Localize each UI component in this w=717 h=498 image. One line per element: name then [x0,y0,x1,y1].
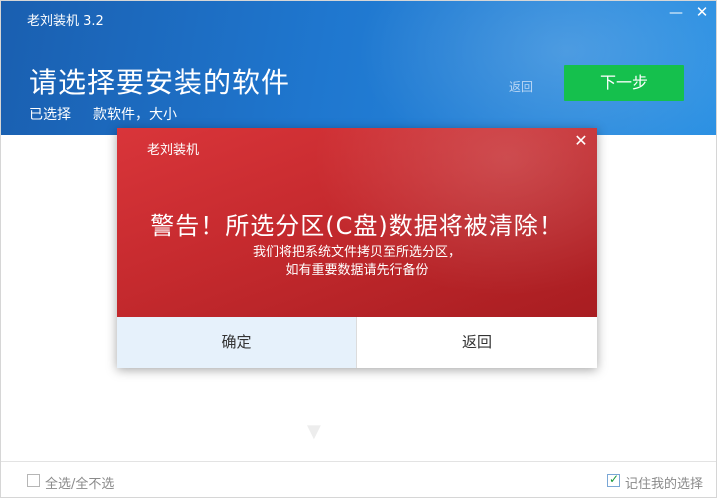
selection-summary: 已选择 款软件，大小 [29,104,177,124]
remember-choice-checkbox[interactable]: ✓ [607,472,620,487]
close-icon[interactable]: ✕ [694,4,710,20]
app-title: 老刘装机 3.2 [27,14,104,29]
warning-message: 警告！所选分区(C盘)数据将被清除！ [150,212,564,240]
next-step-button[interactable]: 下一步 [564,65,684,101]
remember-choice-label[interactable]: 记住我的选择 [625,473,703,492]
dialog-close-icon[interactable]: ✕ [573,133,589,149]
installer-window: 老刘装机 3.2 — ✕ 请选择要安装的软件 已选择 款软件，大小 返回 下一步 … [0,0,717,498]
description-line-2: 如有重要数据请先行备份 [285,263,429,278]
selected-prefix: 已选择 [29,107,71,123]
header-banner: 老刘装机 3.2 — ✕ 请选择要安装的软件 已选择 款软件，大小 返回 下一步 [1,1,716,135]
warning-dialog: 老刘装机 ✕ 警告！所选分区(C盘)数据将被清除！ 我们将把系统文件拷贝至所选分… [117,128,597,368]
check-icon: ✓ [609,472,620,486]
warning-description: 我们将把系统文件拷贝至所选分区， 如有重要数据请先行备份 [117,244,597,280]
footer-bar: 全选/全不选 ✓ 记住我的选择 [1,461,716,497]
faint-background-icon: ▼ [307,421,321,442]
confirm-button[interactable]: 确定 [117,317,357,368]
dialog-buttons: 确定 返回 [117,317,597,368]
back-link[interactable]: 返回 [509,78,533,95]
selected-suffix: 款软件，大小 [93,107,177,123]
dialog-back-button[interactable]: 返回 [357,317,597,368]
minimize-icon[interactable]: — [669,6,683,20]
page-title: 请选择要安装的软件 [29,66,291,99]
select-all-checkbox[interactable] [27,474,40,487]
dialog-header: 老刘装机 ✕ 警告！所选分区(C盘)数据将被清除！ 我们将把系统文件拷贝至所选分… [117,128,597,317]
dialog-title: 老刘装机 [147,143,200,158]
select-all-label[interactable]: 全选/全不选 [45,473,114,492]
description-line-1: 我们将把系统文件拷贝至所选分区， [252,245,461,260]
